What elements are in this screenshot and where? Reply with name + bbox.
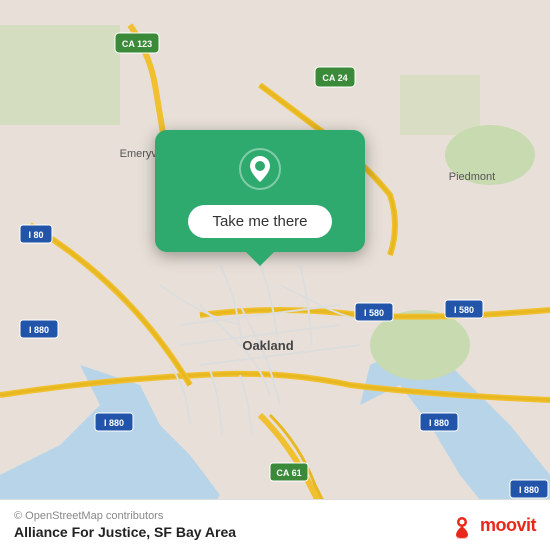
svg-text:I 880: I 880 — [29, 325, 49, 335]
svg-text:I 580: I 580 — [364, 308, 384, 318]
location-title: Alliance For Justice, SF Bay Area — [14, 524, 236, 540]
map-background: CA 123 CA 24 I 80 I 880 I 880 I 580 I 58… — [0, 0, 550, 550]
svg-text:Piedmont: Piedmont — [449, 171, 495, 183]
svg-text:I 880: I 880 — [519, 485, 539, 495]
svg-text:I 880: I 880 — [104, 418, 124, 428]
moovit-brand-text: moovit — [480, 515, 536, 536]
bottom-bar: © OpenStreetMap contributors Alliance Fo… — [0, 499, 550, 550]
popup-card: Take me there — [155, 130, 365, 252]
svg-text:Oakland: Oakland — [242, 338, 293, 353]
svg-text:CA 61: CA 61 — [276, 468, 301, 478]
svg-text:CA 24: CA 24 — [322, 73, 347, 83]
svg-text:I 580: I 580 — [454, 305, 474, 315]
take-me-there-button[interactable]: Take me there — [188, 205, 331, 238]
moovit-brand-icon — [448, 511, 476, 539]
map-container: CA 123 CA 24 I 80 I 880 I 880 I 580 I 58… — [0, 0, 550, 550]
copyright-text: © OpenStreetMap contributors — [14, 510, 236, 522]
location-pin-icon — [239, 148, 281, 190]
svg-text:CA 123: CA 123 — [122, 39, 152, 49]
moovit-logo: moovit — [448, 511, 536, 539]
svg-text:I 80: I 80 — [28, 230, 43, 240]
svg-text:I 880: I 880 — [429, 418, 449, 428]
pin-icon-wrapper — [239, 148, 281, 195]
bottom-left: © OpenStreetMap contributors Alliance Fo… — [14, 510, 236, 540]
